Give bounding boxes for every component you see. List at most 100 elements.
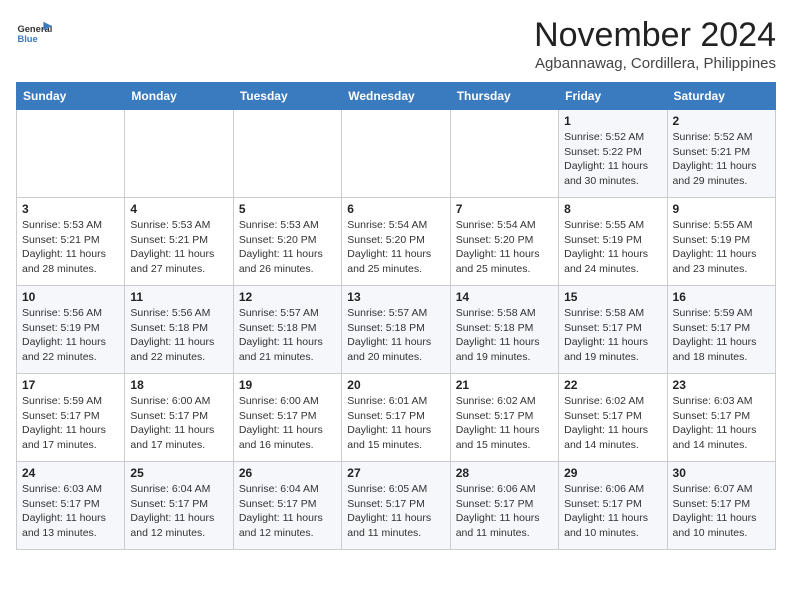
day-cell: 19 Sunrise: 6:00 AM Sunset: 5:17 PM Dayli… xyxy=(233,374,341,462)
day-number: 20 xyxy=(347,378,444,392)
day-number: 8 xyxy=(564,202,661,216)
day-number: 12 xyxy=(239,290,336,304)
day-info: Sunrise: 5:52 AM Sunset: 5:22 PM Dayligh… xyxy=(564,130,661,189)
day-info: Sunrise: 6:07 AM Sunset: 5:17 PM Dayligh… xyxy=(673,482,770,541)
day-number: 17 xyxy=(22,378,119,392)
day-number: 14 xyxy=(456,290,553,304)
day-number: 11 xyxy=(130,290,227,304)
title-block: November 2024 Agbannawag, Cordillera, Ph… xyxy=(534,16,776,72)
day-info: Sunrise: 5:57 AM Sunset: 5:18 PM Dayligh… xyxy=(239,306,336,365)
weekday-monday: Monday xyxy=(125,83,233,110)
day-number: 5 xyxy=(239,202,336,216)
week-row-0: 1 Sunrise: 5:52 AM Sunset: 5:22 PM Daylig… xyxy=(17,110,776,198)
week-row-2: 10 Sunrise: 5:56 AM Sunset: 5:19 PM Dayli… xyxy=(17,286,776,374)
logo: General Blue xyxy=(16,16,52,52)
day-number: 4 xyxy=(130,202,227,216)
day-cell: 6 Sunrise: 5:54 AM Sunset: 5:20 PM Daylig… xyxy=(342,198,450,286)
logo-icon: General Blue xyxy=(16,16,52,52)
day-info: Sunrise: 6:03 AM Sunset: 5:17 PM Dayligh… xyxy=(673,394,770,453)
day-info: Sunrise: 5:55 AM Sunset: 5:19 PM Dayligh… xyxy=(673,218,770,277)
weekday-tuesday: Tuesday xyxy=(233,83,341,110)
day-cell: 8Sunrise: 5:55 AM Sunset: 5:19 PM Daylig… xyxy=(559,198,667,286)
day-number: 23 xyxy=(673,378,770,392)
day-info: Sunrise: 6:05 AM Sunset: 5:17 PM Dayligh… xyxy=(347,482,444,541)
day-info: Sunrise: 6:00 AM Sunset: 5:17 PM Dayligh… xyxy=(130,394,227,453)
day-cell: 17 Sunrise: 5:59 AM Sunset: 5:17 PM Dayli… xyxy=(17,374,125,462)
day-number: 26 xyxy=(239,466,336,480)
day-cell: 23 Sunrise: 6:03 AM Sunset: 5:17 PM Dayli… xyxy=(667,374,775,462)
day-info: Sunrise: 5:56 AM Sunset: 5:18 PM Dayligh… xyxy=(130,306,227,365)
day-cell: 29 Sunrise: 6:06 AM Sunset: 5:17 PM Dayli… xyxy=(559,462,667,550)
day-cell: 25 Sunrise: 6:04 AM Sunset: 5:17 PM Dayli… xyxy=(125,462,233,550)
day-cell: 2Sunrise: 5:52 AM Sunset: 5:21 PM Daylig… xyxy=(667,110,775,198)
day-info: Sunrise: 6:06 AM Sunset: 5:17 PM Dayligh… xyxy=(456,482,553,541)
day-cell xyxy=(450,110,558,198)
day-info: Sunrise: 6:02 AM Sunset: 5:17 PM Dayligh… xyxy=(456,394,553,453)
day-cell: 22 Sunrise: 6:02 AM Sunset: 5:17 PM Dayli… xyxy=(559,374,667,462)
location-title: Agbannawag, Cordillera, Philippines xyxy=(534,55,776,72)
day-number: 30 xyxy=(673,466,770,480)
day-cell: 24 Sunrise: 6:03 AM Sunset: 5:17 PM Dayli… xyxy=(17,462,125,550)
day-number: 19 xyxy=(239,378,336,392)
day-cell xyxy=(17,110,125,198)
day-number: 16 xyxy=(673,290,770,304)
day-number: 15 xyxy=(564,290,661,304)
day-cell: 18 Sunrise: 6:00 AM Sunset: 5:17 PM Dayli… xyxy=(125,374,233,462)
day-number: 10 xyxy=(22,290,119,304)
day-cell: 12 Sunrise: 5:57 AM Sunset: 5:18 PM Dayli… xyxy=(233,286,341,374)
weekday-friday: Friday xyxy=(559,83,667,110)
day-cell: 20 Sunrise: 6:01 AM Sunset: 5:17 PM Dayli… xyxy=(342,374,450,462)
day-number: 27 xyxy=(347,466,444,480)
day-number: 25 xyxy=(130,466,227,480)
day-info: Sunrise: 5:56 AM Sunset: 5:19 PM Dayligh… xyxy=(22,306,119,365)
weekday-wednesday: Wednesday xyxy=(342,83,450,110)
day-number: 6 xyxy=(347,202,444,216)
day-number: 3 xyxy=(22,202,119,216)
day-info: Sunrise: 6:00 AM Sunset: 5:17 PM Dayligh… xyxy=(239,394,336,453)
week-row-3: 17 Sunrise: 5:59 AM Sunset: 5:17 PM Dayli… xyxy=(17,374,776,462)
weekday-header-row: SundayMondayTuesdayWednesdayThursdayFrid… xyxy=(17,83,776,110)
day-cell: 11 Sunrise: 5:56 AM Sunset: 5:18 PM Dayli… xyxy=(125,286,233,374)
day-cell: 21 Sunrise: 6:02 AM Sunset: 5:17 PM Dayli… xyxy=(450,374,558,462)
day-info: Sunrise: 5:53 AM Sunset: 5:20 PM Dayligh… xyxy=(239,218,336,277)
day-number: 13 xyxy=(347,290,444,304)
calendar-table: SundayMondayTuesdayWednesdayThursdayFrid… xyxy=(16,82,776,550)
day-cell: 16Sunrise: 5:59 AM Sunset: 5:17 PM Dayli… xyxy=(667,286,775,374)
day-info: Sunrise: 5:58 AM Sunset: 5:17 PM Dayligh… xyxy=(564,306,661,365)
day-cell: 14 Sunrise: 5:58 AM Sunset: 5:18 PM Dayli… xyxy=(450,286,558,374)
week-row-4: 24 Sunrise: 6:03 AM Sunset: 5:17 PM Dayli… xyxy=(17,462,776,550)
day-cell: 13Sunrise: 5:57 AM Sunset: 5:18 PM Dayli… xyxy=(342,286,450,374)
day-cell: 9 Sunrise: 5:55 AM Sunset: 5:19 PM Daylig… xyxy=(667,198,775,286)
weekday-sunday: Sunday xyxy=(17,83,125,110)
week-row-1: 3 Sunrise: 5:53 AM Sunset: 5:21 PM Daylig… xyxy=(17,198,776,286)
weekday-saturday: Saturday xyxy=(667,83,775,110)
day-cell xyxy=(233,110,341,198)
day-cell: 28Sunrise: 6:06 AM Sunset: 5:17 PM Dayli… xyxy=(450,462,558,550)
day-number: 7 xyxy=(456,202,553,216)
day-cell: 7Sunrise: 5:54 AM Sunset: 5:20 PM Daylig… xyxy=(450,198,558,286)
page-header: General Blue November 2024 Agbannawag, C… xyxy=(16,16,776,72)
day-cell: 1 Sunrise: 5:52 AM Sunset: 5:22 PM Daylig… xyxy=(559,110,667,198)
day-number: 21 xyxy=(456,378,553,392)
day-info: Sunrise: 6:03 AM Sunset: 5:17 PM Dayligh… xyxy=(22,482,119,541)
day-number: 22 xyxy=(564,378,661,392)
day-cell: 15 Sunrise: 5:58 AM Sunset: 5:17 PM Dayli… xyxy=(559,286,667,374)
day-number: 9 xyxy=(673,202,770,216)
day-cell: 30 Sunrise: 6:07 AM Sunset: 5:17 PM Dayli… xyxy=(667,462,775,550)
day-number: 29 xyxy=(564,466,661,480)
day-info: Sunrise: 6:06 AM Sunset: 5:17 PM Dayligh… xyxy=(564,482,661,541)
day-info: Sunrise: 5:53 AM Sunset: 5:21 PM Dayligh… xyxy=(22,218,119,277)
day-info: Sunrise: 5:58 AM Sunset: 5:18 PM Dayligh… xyxy=(456,306,553,365)
day-number: 18 xyxy=(130,378,227,392)
day-info: Sunrise: 6:04 AM Sunset: 5:17 PM Dayligh… xyxy=(130,482,227,541)
day-number: 24 xyxy=(22,466,119,480)
day-info: Sunrise: 5:54 AM Sunset: 5:20 PM Dayligh… xyxy=(347,218,444,277)
day-info: Sunrise: 6:02 AM Sunset: 5:17 PM Dayligh… xyxy=(564,394,661,453)
day-number: 1 xyxy=(564,114,661,128)
svg-text:Blue: Blue xyxy=(17,34,37,44)
day-cell xyxy=(342,110,450,198)
day-cell xyxy=(125,110,233,198)
day-cell: 10 Sunrise: 5:56 AM Sunset: 5:19 PM Dayli… xyxy=(17,286,125,374)
day-info: Sunrise: 6:01 AM Sunset: 5:17 PM Dayligh… xyxy=(347,394,444,453)
day-info: Sunrise: 5:59 AM Sunset: 5:17 PM Dayligh… xyxy=(22,394,119,453)
